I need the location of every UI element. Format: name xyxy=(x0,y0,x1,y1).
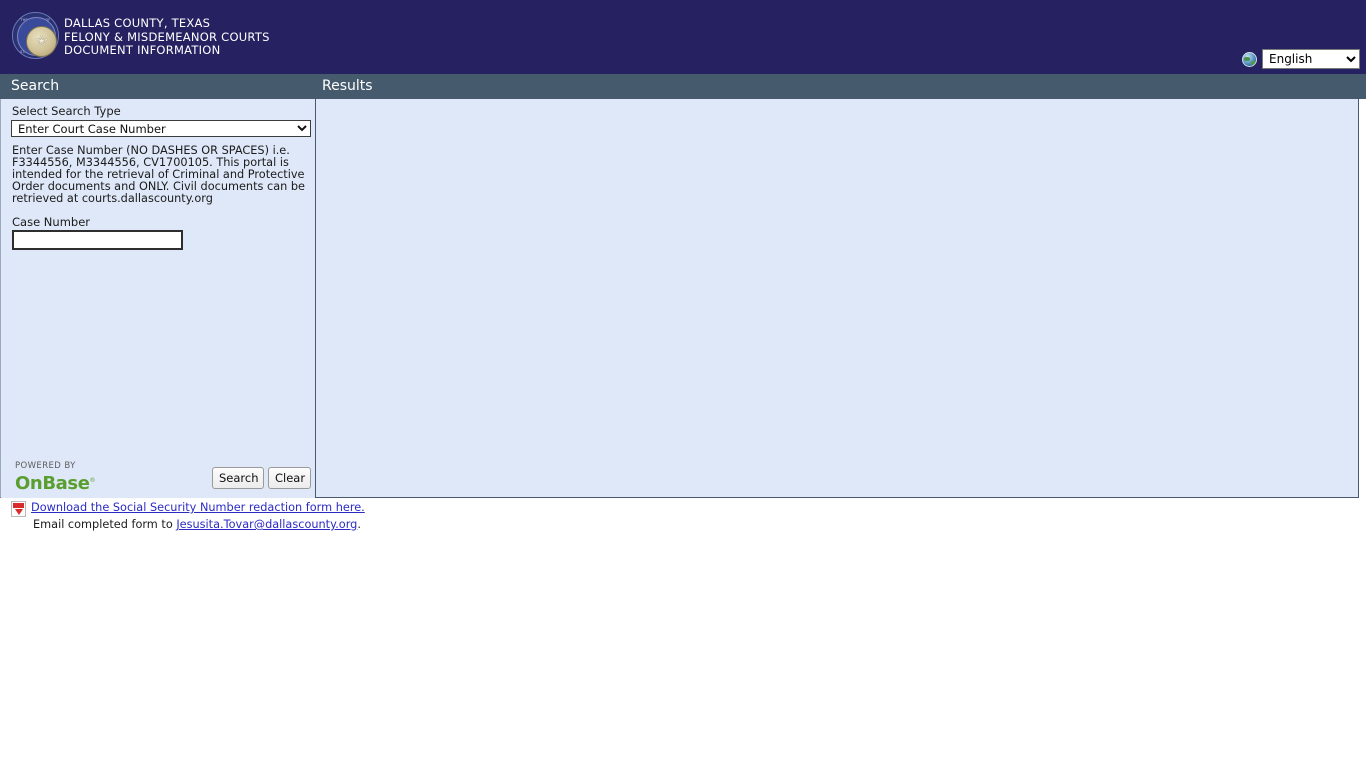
footer-download-row: Download the Social Security Number reda… xyxy=(0,501,365,517)
search-panel: Select Search Type Enter Court Case Numb… xyxy=(1,99,316,498)
case-number-label: Case Number xyxy=(12,215,90,229)
search-type-select[interactable]: Enter Court Case Number xyxy=(11,120,311,137)
clear-button[interactable]: Clear xyxy=(268,467,311,489)
header-title-line-2: FELONY & MISDEMEANOR COURTS xyxy=(64,29,270,44)
language-selector[interactable]: English xyxy=(1242,49,1360,69)
search-type-label: Select Search Type xyxy=(12,104,121,118)
seal-middle-ring: ✭ xyxy=(17,17,57,57)
onbase-product-name: OnBase xyxy=(15,473,90,494)
footer: Download the Social Security Number reda… xyxy=(0,498,1366,531)
download-redaction-form-link[interactable]: Download the Social Security Number reda… xyxy=(31,501,365,515)
onbase-branding: POWERED BY OnBase® xyxy=(15,461,95,493)
registered-mark: ® xyxy=(89,477,96,484)
header-title-line-1: DALLAS COUNTY, TEXAS xyxy=(64,16,211,30)
search-button[interactable]: Search xyxy=(212,467,264,489)
page-title: DALLAS COUNTY, TEXAS FELONY & MISDEMEANO… xyxy=(64,16,270,58)
seal-inner-disc: ✭ xyxy=(26,26,57,57)
case-number-input[interactable] xyxy=(12,230,183,250)
onbase-wordmark: OnBase® xyxy=(15,471,95,493)
dallas-county-seal: THE COUNTY OF DALLAS STATE OF TEXAS ✭ xyxy=(12,12,59,59)
results-panel xyxy=(317,99,1358,497)
results-section-header: Results xyxy=(322,78,373,94)
pdf-file-icon xyxy=(11,501,26,517)
email-instruction-period: . xyxy=(357,518,361,531)
email-address-link[interactable]: Jesusita.Tovar@dallascounty.org xyxy=(176,518,357,531)
section-bar: Search Results xyxy=(0,74,1366,99)
seal-outer-ring: THE COUNTY OF DALLAS STATE OF TEXAS ✭ xyxy=(12,12,59,59)
language-select[interactable]: English xyxy=(1262,49,1360,69)
star-icon: ✭ xyxy=(35,31,48,50)
search-section-header: Search xyxy=(11,78,60,94)
content-panels: Select Search Type Enter Court Case Numb… xyxy=(0,99,1359,498)
globe-icon xyxy=(1242,51,1257,67)
footer-email-row: Email completed form to Jesusita.Tovar@d… xyxy=(33,518,361,532)
search-instructions: Enter Case Number (NO DASHES OR SPACES) … xyxy=(12,144,306,206)
email-instruction-text: Email completed form to xyxy=(33,518,177,531)
powered-by-label: POWERED BY xyxy=(15,461,76,471)
header-title-line-3: DOCUMENT INFORMATION xyxy=(64,43,221,57)
app-header: THE COUNTY OF DALLAS STATE OF TEXAS ✭ DA… xyxy=(0,0,1366,74)
